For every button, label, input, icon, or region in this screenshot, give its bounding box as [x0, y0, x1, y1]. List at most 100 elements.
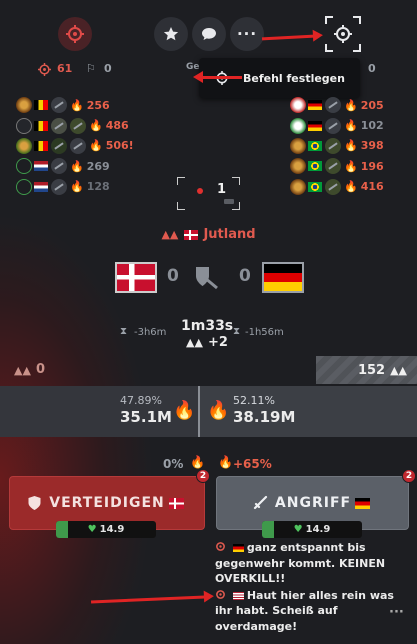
- flag-icon: ⚐: [86, 62, 96, 75]
- favorite-button[interactable]: [154, 17, 188, 51]
- flag-belgium: [34, 120, 48, 131]
- mountain-icon: ▲▲: [14, 364, 31, 377]
- flag-germany: [262, 262, 304, 293]
- gun-icon: [51, 117, 67, 134]
- location-name: Jutland: [203, 227, 256, 242]
- player-row[interactable]: 🔥 506!: [16, 136, 166, 156]
- heart-icon: ♥: [87, 524, 97, 535]
- player-row[interactable]: 🔥 256: [16, 95, 166, 115]
- bullet-icon: [325, 137, 341, 154]
- tank-icon: [325, 97, 341, 114]
- right-troops-count: 152: [357, 362, 386, 378]
- right-strength-value: 38.19M: [233, 408, 296, 426]
- flag-germany: [355, 497, 371, 509]
- fire-icon: 🔥: [70, 159, 84, 173]
- crosshair-icon: [334, 25, 352, 43]
- fire-icon: 🔥: [344, 119, 358, 133]
- flag-germany: [308, 100, 322, 111]
- right-player-list: 🔥 205 🔥 102 🔥 398 🔥 196 🔥 416: [290, 95, 415, 197]
- player-row[interactable]: 🔥 102: [290, 115, 415, 135]
- fire-icon: 🔥: [190, 455, 205, 469]
- player-row[interactable]: 🔥 196: [290, 156, 415, 176]
- tank-icon: [70, 137, 86, 154]
- defend-badge: 2: [196, 469, 210, 483]
- bullet-icon: [325, 178, 341, 195]
- fire-icon: 🔥: [70, 180, 84, 194]
- right-troops: 0: [368, 62, 376, 75]
- flag-denmark: [115, 262, 157, 293]
- chat-message[interactable]: Haut hier alles rein was ihr habt. Schei…: [215, 588, 400, 635]
- fire-icon: 🔥: [344, 98, 358, 112]
- right-bonus: +65%: [233, 457, 272, 471]
- flag-netherlands: [34, 161, 48, 172]
- player-row[interactable]: 🔥 486: [16, 115, 166, 135]
- left-troops-count: 0: [36, 362, 46, 377]
- fire-icon: 🔥: [344, 180, 358, 194]
- crosshair-icon: [216, 542, 225, 551]
- avatar: [16, 97, 32, 114]
- defend-label: VERTEIDIGEN: [49, 495, 165, 511]
- hourglass-icon: ⧗: [120, 326, 128, 337]
- fire-icon: 🔥: [89, 139, 103, 153]
- battle-screen: ··· 61 ⚐ 0 Ge 0 Befehl festlegen 🔥 256 🔥…: [0, 0, 417, 644]
- crosshair-button[interactable]: [58, 17, 92, 51]
- avatar: [16, 117, 32, 134]
- avatar: [290, 178, 306, 195]
- timer-right: -1h56m: [245, 327, 284, 338]
- right-troops-bar: 152 ▲▲: [316, 356, 417, 384]
- strength-divider: [198, 386, 200, 437]
- more-button[interactable]: ···: [230, 17, 264, 51]
- fire-icon: 🔥: [207, 400, 230, 421]
- right-score: 0: [239, 266, 251, 286]
- shield-icon: [28, 496, 41, 510]
- avatar: [16, 137, 32, 154]
- set-order-button[interactable]: [325, 16, 361, 52]
- player-row[interactable]: 🔥 398: [290, 136, 415, 156]
- tank-icon: [51, 158, 67, 175]
- crosshair-icon: [216, 589, 225, 599]
- timer-main: 1m33s: [181, 318, 234, 334]
- hp-fill: [56, 521, 68, 538]
- objective-marker[interactable]: 1: [177, 177, 240, 210]
- player-row[interactable]: 🔥 128: [16, 177, 166, 197]
- left-player-list: 🔥 256 🔥 486 🔥 506! 🔥 269 🔥 128: [16, 95, 166, 197]
- order-chat: ganz entspannt bis gegenwehr kommt. KEIN…: [215, 540, 400, 635]
- flag-germany: [308, 120, 322, 131]
- crosshair-icon: [38, 63, 51, 79]
- left-bonus: 0%: [163, 457, 184, 471]
- fire-icon: 🔥: [70, 98, 84, 112]
- left-score: 0: [167, 266, 179, 286]
- objective-mini-icon: [224, 199, 234, 204]
- timer-left: -3h6m: [134, 327, 167, 338]
- left-strength-pct: 47.89%: [120, 394, 162, 407]
- bullet-icon: [70, 117, 86, 134]
- more-icon: ···: [236, 25, 258, 43]
- chat-button[interactable]: [192, 17, 226, 51]
- player-row[interactable]: 🔥 269: [16, 156, 166, 176]
- player-row[interactable]: 🔥 416: [290, 177, 415, 197]
- avatar: [290, 137, 306, 154]
- flag-belgium: [34, 140, 48, 151]
- objective-count: 1: [217, 182, 227, 197]
- chat-more-button[interactable]: ···: [389, 605, 404, 620]
- flag-denmark: [183, 229, 198, 240]
- flag-netherlands: [34, 181, 48, 192]
- flag-germany: [232, 544, 244, 552]
- fire-icon: 🔥: [173, 400, 196, 421]
- right-strength-pct: 52.11%: [233, 394, 275, 407]
- flag-brazil: [308, 161, 322, 172]
- fire-icon: 🔥: [89, 119, 103, 133]
- flag-belgium: [34, 100, 48, 111]
- chat-message[interactable]: ganz entspannt bis gegenwehr kommt. KEIN…: [215, 540, 400, 587]
- left-strength-value: 35.1M: [120, 408, 172, 426]
- avatar: [290, 158, 306, 175]
- timer-delta: +2: [208, 335, 228, 350]
- tank-icon: [51, 178, 67, 195]
- hp-fill: [262, 521, 274, 538]
- attack-hp-bar: ♥ 14.9: [262, 521, 362, 538]
- player-row[interactable]: 🔥 205: [290, 95, 415, 115]
- avatar: [290, 117, 306, 134]
- heart-icon: ♥: [293, 524, 303, 535]
- mountain-icon: ▲▲: [390, 363, 407, 377]
- mountain-icon: ▲▲: [186, 336, 203, 349]
